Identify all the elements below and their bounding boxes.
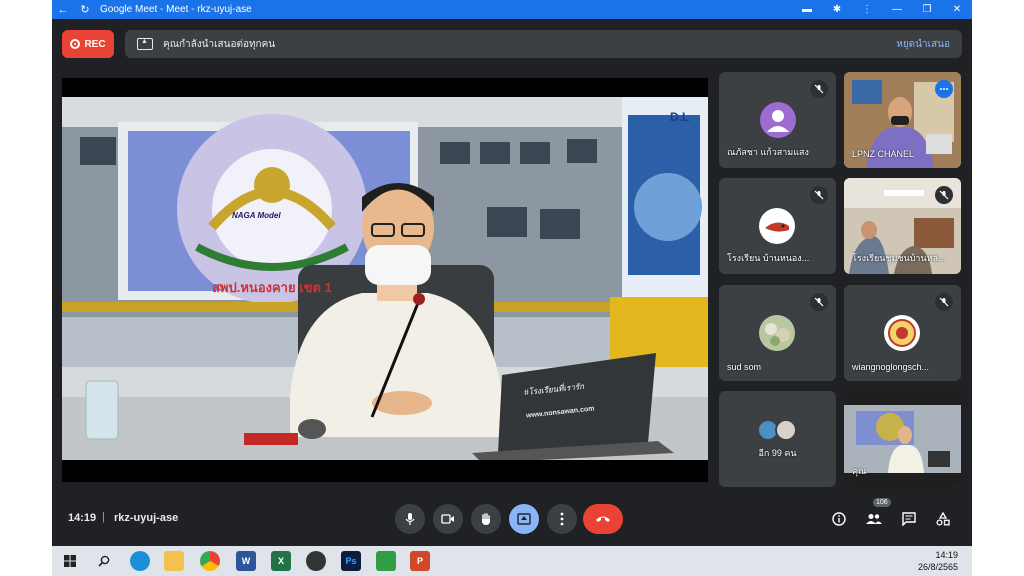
back-arrow-icon[interactable]: ← xyxy=(52,4,74,16)
close-icon[interactable]: ✕ xyxy=(942,4,972,15)
recording-badge[interactable]: REC xyxy=(62,30,114,58)
taskbar-clock[interactable]: 14:19 26/8/2565 xyxy=(918,549,958,573)
edge-browser-icon[interactable] xyxy=(130,551,150,571)
participant-tile[interactable]: ณภัสชา แก้วสามแสง xyxy=(719,72,836,168)
participant-name: sud som xyxy=(727,362,762,372)
window-title: Google Meet - Meet - rkz-uyuj-ase xyxy=(100,4,252,15)
participant-tile[interactable]: โรงเรียน บ้านหนอง... xyxy=(719,178,836,274)
reload-icon[interactable]: ↻ xyxy=(74,3,96,16)
microphone-icon xyxy=(405,513,415,525)
extensions-icon[interactable]: ✱ xyxy=(822,4,852,15)
present-icon xyxy=(517,513,531,525)
separator: | xyxy=(102,511,105,523)
excel-icon[interactable]: X xyxy=(271,551,291,571)
participants-button[interactable] xyxy=(863,508,885,530)
camera-icon xyxy=(441,514,454,524)
banner-logo-text: NAGA Model xyxy=(232,211,281,220)
mic-off-icon xyxy=(935,293,953,311)
presenting-bar: คุณกำลังนำเสนอต่อทุกคน หยุดนำเสนอ xyxy=(125,30,962,58)
present-now-button[interactable] xyxy=(509,504,539,534)
windows-start-icon[interactable] xyxy=(60,551,80,571)
photoshop-icon[interactable]: Ps xyxy=(341,551,361,571)
svg-text:D.L: D.L xyxy=(670,110,689,124)
hang-up-icon xyxy=(596,516,610,522)
windows-taskbar: W X Ps P 14:19 26/8/2565 xyxy=(52,546,972,576)
participant-tile[interactable]: sud som xyxy=(719,285,836,381)
activities-icon xyxy=(936,512,950,526)
mic-off-icon xyxy=(810,80,828,98)
restore-icon[interactable]: ❐ xyxy=(912,4,942,15)
present-screen-icon xyxy=(137,38,153,50)
chrome-icon[interactable] xyxy=(200,551,220,571)
speedometer-app-icon[interactable] xyxy=(306,551,326,571)
people-icon xyxy=(866,514,882,524)
mic-off-icon xyxy=(810,186,828,204)
participant-name: โรงเรียน บ้านหนอง... xyxy=(727,253,810,263)
stop-presenting-button[interactable]: หยุดนำเสนอ xyxy=(896,37,950,52)
avatar xyxy=(775,419,797,441)
more-participants-count: อีก 99 คน xyxy=(758,448,797,458)
avatar xyxy=(760,102,796,138)
taskbar-time: 14:19 xyxy=(935,550,958,560)
leave-call-button[interactable] xyxy=(583,504,623,534)
more-menu-icon[interactable]: ⋮ xyxy=(852,4,882,15)
presentation-stage: D.L NAGA Model สพป.หนองคาย เขต 1 #โรงเรี… xyxy=(62,78,708,482)
studio-scene: D.L xyxy=(62,97,708,460)
meeting-details-button[interactable] xyxy=(828,508,850,530)
participant-name: โรงเรียนชุมชนบ้านหล... xyxy=(852,253,946,263)
more-participants-tile[interactable]: อีก 99 คน xyxy=(719,391,836,487)
hand-icon xyxy=(482,513,490,525)
banner-org-text: สพป.หนองคาย เขต 1 xyxy=(212,280,332,295)
chat-button[interactable] xyxy=(898,508,920,530)
word-icon[interactable]: W xyxy=(236,551,256,571)
mic-off-icon xyxy=(935,186,953,204)
meet-window: ← ↻ Google Meet - Meet - rkz-uyuj-ase ▬ … xyxy=(52,0,972,576)
photo-avatar xyxy=(759,315,795,351)
microphone-button[interactable] xyxy=(395,504,425,534)
camera-button[interactable] xyxy=(433,504,463,534)
chat-icon xyxy=(902,512,916,526)
info-icon xyxy=(832,512,846,526)
recording-label: REC xyxy=(84,38,106,50)
more-options-icon[interactable] xyxy=(935,80,953,98)
activities-button[interactable] xyxy=(932,508,954,530)
participant-tile-active[interactable]: LPNZ CHANEL xyxy=(844,72,961,168)
self-view-tile[interactable]: คุณ xyxy=(844,391,961,487)
self-name: คุณ xyxy=(852,466,867,476)
meeting-code: rkz-uyuj-ase xyxy=(114,512,179,524)
participant-name: ณภัสชา แก้วสามแสง xyxy=(727,147,809,157)
participant-name: LPNZ CHANEL xyxy=(852,149,915,159)
browser-titlebar: ← ↻ Google Meet - Meet - rkz-uyuj-ase ▬ … xyxy=(52,0,972,19)
powerpoint-icon[interactable]: P xyxy=(410,551,430,571)
participant-tile[interactable]: wiangnoglongsch... xyxy=(844,285,961,381)
more-options-button[interactable] xyxy=(547,504,577,534)
more-vert-icon xyxy=(560,512,564,526)
record-icon xyxy=(70,39,81,49)
presentation-video: D.L NAGA Model สพป.หนองคาย เขต 1 #โรงเรี… xyxy=(62,97,708,460)
participant-count-badge: 106 xyxy=(873,498,891,507)
raise-hand-button[interactable] xyxy=(471,504,501,534)
search-icon[interactable] xyxy=(94,551,114,571)
camera-indicator-icon[interactable]: ▬ xyxy=(792,4,822,15)
participant-name: wiangnoglongsch... xyxy=(852,362,930,372)
file-explorer-icon[interactable] xyxy=(164,551,184,571)
taskbar-date: 26/8/2565 xyxy=(917,562,958,572)
meeting-time: 14:19 xyxy=(68,512,97,524)
school-logo-avatar xyxy=(759,208,795,244)
presenting-message: คุณกำลังนำเสนอต่อทุกคน xyxy=(163,38,276,50)
school-emblem-avatar xyxy=(884,315,920,351)
minimize-icon[interactable]: — xyxy=(882,4,912,15)
participant-tile[interactable]: โรงเรียนชุมชนบ้านหล... xyxy=(844,178,961,274)
recorder-app-icon[interactable] xyxy=(376,551,396,571)
mic-off-icon xyxy=(810,293,828,311)
